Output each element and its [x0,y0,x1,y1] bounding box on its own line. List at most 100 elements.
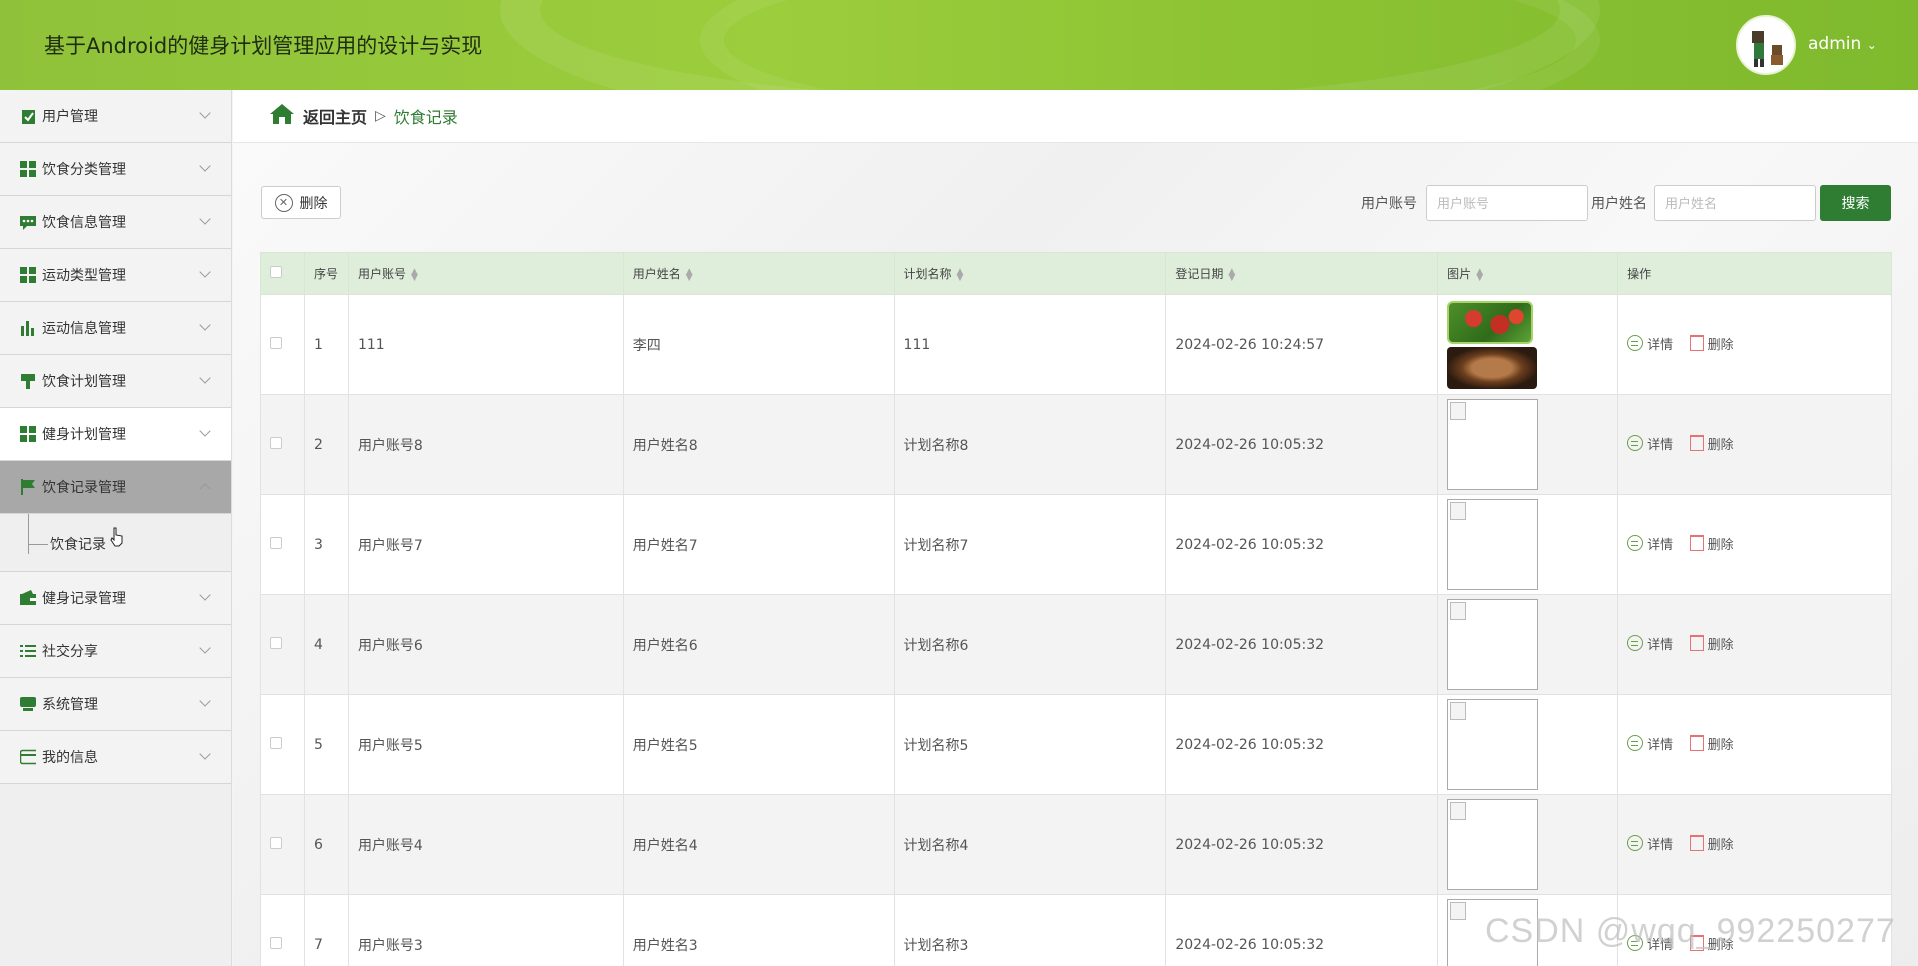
search-button[interactable]: 搜索 [1820,185,1891,221]
cell-account: 用户账号7 [347,494,624,595]
home-icon[interactable] [269,103,295,129]
row-checkbox[interactable] [270,636,282,649]
table-row: 4 用户账号6 用户姓名6 计划名称6 2024-02-26 10:05:32 … [260,594,1892,695]
broken-image[interactable] [1447,599,1539,690]
detail-button[interactable]: 详情 [1627,834,1673,853]
chevron-down-icon [199,107,211,119]
sidebar-item-fitness-record[interactable]: 健身记录管理 [0,572,231,625]
column-header-date[interactable]: 登记日期 ▲ ▼ [1165,252,1439,295]
sidebar-item-system[interactable]: 系统管理 [0,678,231,731]
row-select-cell [260,894,305,966]
row-select-cell [260,394,305,495]
chevron-down-icon [199,748,211,760]
detail-button[interactable]: 详情 [1627,434,1673,453]
sidebar-item-label: 饮食计划管理 [42,374,126,390]
account-search-input[interactable] [1426,185,1588,221]
app-title: 基于Android的健身计划管理应用的设计与实现 [44,34,483,58]
cell-image [1437,594,1619,695]
avatar[interactable] [1736,15,1796,75]
column-header-name[interactable]: 用户姓名 ▲ ▼ [622,252,895,295]
sidebar-item-diet-category[interactable]: 饮食分类管理 [0,143,231,196]
trash-icon [1689,635,1704,652]
user-menu[interactable]: admin ⌄ [1808,34,1877,54]
cell-no: 2 [303,394,349,495]
food-photo-meat[interactable] [1447,346,1538,389]
row-checkbox[interactable] [270,936,282,949]
select-all-cell [260,252,305,295]
detail-icon [1627,735,1644,752]
cell-actions: 详情 删除 [1617,694,1892,795]
tree-line [28,514,29,554]
select-all-checkbox[interactable] [270,266,282,278]
broken-image[interactable] [1447,499,1539,590]
detail-button[interactable]: 详情 [1627,534,1673,553]
broken-image[interactable] [1447,699,1539,790]
sidebar-item-fitness-plan[interactable]: 健身计划管理 [0,408,231,461]
batch-delete-button[interactable]: ✕ 删除 [261,186,341,219]
wallet-icon [20,590,36,606]
sidebar-item-exercise-info[interactable]: 运动信息管理 [0,302,231,355]
cell-plan: 111 [893,294,1167,395]
cell-name: 用户姓名7 [622,494,895,595]
detail-icon [1627,435,1644,452]
column-header-plan[interactable]: 计划名称 ▲ ▼ [893,252,1167,295]
row-checkbox[interactable] [270,536,282,549]
row-checkbox[interactable] [270,736,282,749]
cell-no: 4 [303,594,349,695]
name-search-input[interactable] [1654,185,1816,221]
cell-actions: 详情 删除 [1617,294,1892,395]
sidebar-item-social-share[interactable]: 社交分享 [0,625,231,678]
sidebar: 用户管理 饮食分类管理 饮食信息管理 运动类型管理 运动信息管理 饮食计划管理 … [0,90,232,966]
sidebar-item-diet-plan[interactable]: 饮食计划管理 [0,355,231,408]
detail-icon [1627,335,1644,352]
delete-button[interactable]: 删除 [1689,734,1734,753]
sidebar-item-exercise-type[interactable]: 运动类型管理 [0,249,231,302]
food-photo-salad[interactable] [1447,300,1534,344]
column-header-image[interactable]: 图片 ▲ ▼ [1437,252,1619,295]
sidebar-item-my-info[interactable]: 我的信息 [0,731,231,784]
sidebar-item-label: 健身记录管理 [42,591,126,607]
sort-icon[interactable]: ▲ ▼ [411,267,418,282]
broken-image[interactable] [1447,399,1539,490]
sort-icon[interactable]: ▲ ▼ [1476,267,1483,282]
broken-image[interactable] [1447,799,1539,890]
detail-icon [1627,635,1644,652]
column-header-account[interactable]: 用户账号 ▲ ▼ [347,252,624,295]
grid-icon [20,267,36,283]
grid-icon [20,161,36,177]
sort-icon[interactable]: ▲ ▼ [1228,267,1235,282]
clipboard-check-icon [20,108,36,124]
cell-date: 2024-02-26 10:05:32 [1165,594,1439,695]
column-header-actions: 操作 [1617,252,1892,295]
delete-button[interactable]: 删除 [1689,434,1734,453]
cell-name: 用户姓名3 [622,894,895,966]
detail-icon [1627,535,1644,552]
detail-button[interactable]: 详情 [1627,734,1673,753]
chevron-down-icon [199,372,211,384]
cell-date: 2024-02-26 10:05:32 [1165,694,1439,795]
row-checkbox[interactable] [270,436,282,449]
delete-button[interactable]: 删除 [1689,534,1734,553]
sidebar-item-user-management[interactable]: 用户管理 [0,90,231,143]
breadcrumb-home-link[interactable]: 返回主页 [303,104,367,128]
sidebar-item-diet-record[interactable]: 饮食记录管理 [0,461,231,514]
delete-button[interactable]: 删除 [1689,334,1734,353]
table-header-row: 序号 用户账号 ▲ ▼ 用户姓名 ▲ ▼ 计划名称 ▲ ▼ 登记日期 ▲ ▼ 图片 ▲ ▼ 操作 [260,252,1892,295]
detail-button[interactable]: 详情 [1627,634,1673,653]
cell-account: 用户账号4 [347,794,624,895]
row-checkbox[interactable] [270,836,282,849]
mouse-cursor-icon [110,527,123,547]
sort-icon[interactable]: ▲ ▼ [957,267,964,282]
sort-icon[interactable]: ▲ ▼ [686,267,693,282]
delete-button[interactable]: 删除 [1689,634,1734,653]
diet-record-table: 序号 用户账号 ▲ ▼ 用户姓名 ▲ ▼ 计划名称 ▲ ▼ 登记日期 ▲ ▼ 图片 ▲ ▼ 操作 1… [260,252,1892,966]
delete-button[interactable]: 删除 [1689,834,1734,853]
detail-button[interactable]: 详情 [1627,334,1673,353]
sidebar-item-label: 社交分享 [42,644,98,660]
sidebar-item-diet-info[interactable]: 饮食信息管理 [0,196,231,249]
trash-icon [1689,535,1704,552]
row-checkbox[interactable] [270,336,282,349]
cell-name: 用户姓名6 [622,594,895,695]
cell-image [1437,294,1619,395]
cell-account: 用户账号5 [347,694,624,795]
